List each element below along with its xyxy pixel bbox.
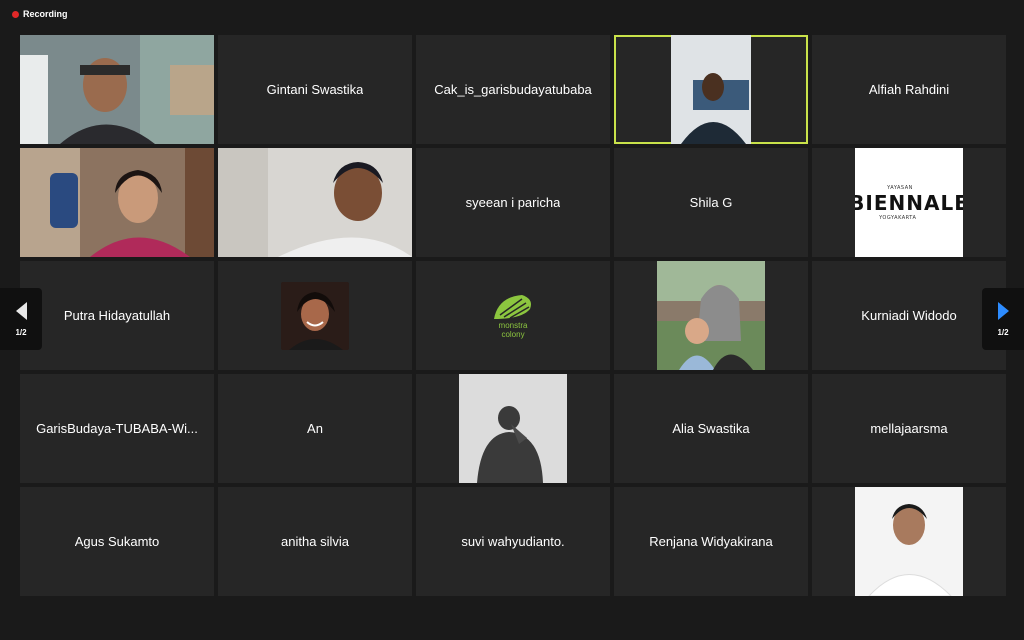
chevron-left-icon xyxy=(15,301,27,320)
participant-avatar xyxy=(281,281,349,350)
monstera-logo: monstra colony xyxy=(492,293,534,339)
participant-tile[interactable]: Kurniadi Widodo xyxy=(812,261,1006,370)
participant-tile[interactable]: Agus Sukamto xyxy=(20,487,214,596)
biennale-bottom-text: YOGYAKARTA xyxy=(879,214,917,221)
participant-name: suvi wahyudianto. xyxy=(461,534,565,549)
participant-tile[interactable]: Shila G xyxy=(614,148,808,257)
participant-name: Shila G xyxy=(689,195,733,210)
participant-name: anitha silvia xyxy=(281,534,349,549)
biennale-top-text: YAYASAN xyxy=(887,184,913,191)
participant-tile[interactable]: Alfiah Rahdini xyxy=(812,35,1006,144)
recording-indicator: Recording xyxy=(12,9,68,19)
participant-video xyxy=(20,148,214,257)
participant-tile[interactable]: Renjana Widyakirana xyxy=(614,487,808,596)
participant-name: mellajaarsma xyxy=(870,421,948,436)
participant-tile[interactable]: Alia Swastika xyxy=(614,374,808,483)
participant-tile[interactable]: GarisBudaya-TUBABA-Wi... xyxy=(20,374,214,483)
biennale-logo: BIENNALE YAYASAN YOGYAKARTA xyxy=(855,148,963,257)
page-indicator-right: 1/2 xyxy=(997,327,1009,337)
participant-tile[interactable] xyxy=(20,148,214,257)
participant-name: Agus Sukamto xyxy=(74,534,160,549)
participant-tile[interactable] xyxy=(812,487,1006,596)
participant-name: Putra Hidayatullah xyxy=(63,308,171,323)
participant-tile[interactable] xyxy=(218,148,412,257)
participant-video xyxy=(218,148,412,257)
participant-grid: Gintani Swastika Cak_is_garisbudayatubab… xyxy=(20,35,1006,596)
participant-name: Kurniadi Widodo xyxy=(861,308,957,323)
participant-name: GarisBudaya-TUBABA-Wi... xyxy=(36,421,198,436)
participant-tile[interactable] xyxy=(218,261,412,370)
participant-tile[interactable]: monstra colony xyxy=(416,261,610,370)
participant-avatar xyxy=(459,374,567,483)
participant-name: Gintani Swastika xyxy=(266,82,364,97)
recording-label: Recording xyxy=(23,9,68,19)
page-indicator-left: 1/2 xyxy=(15,327,27,337)
participant-tile[interactable]: An xyxy=(218,374,412,483)
participant-video xyxy=(671,35,751,144)
participant-name: Alia Swastika xyxy=(672,421,750,436)
biennale-word: BIENNALE xyxy=(855,190,963,215)
monstera-leaf-icon xyxy=(494,294,531,319)
monstera-text-1: monstra xyxy=(498,320,528,330)
next-page-button[interactable]: 1/2 xyxy=(982,288,1024,350)
participant-avatar xyxy=(855,487,963,596)
active-speaker-tile[interactable] xyxy=(614,35,808,144)
participant-name: An xyxy=(307,421,323,436)
participant-tile[interactable]: Cak_is_garisbudayatubaba xyxy=(416,35,610,144)
participant-avatar xyxy=(657,261,765,370)
participant-tile[interactable]: anitha silvia xyxy=(218,487,412,596)
participant-tile[interactable] xyxy=(614,261,808,370)
prev-page-button[interactable]: 1/2 xyxy=(0,288,42,350)
chevron-right-icon xyxy=(997,301,1009,320)
participant-name: Cak_is_garisbudayatubaba xyxy=(434,82,592,97)
participant-tile[interactable] xyxy=(416,374,610,483)
participant-tile[interactable]: Putra Hidayatullah xyxy=(20,261,214,370)
participant-name: Alfiah Rahdini xyxy=(868,82,950,97)
participant-name: syeean i paricha xyxy=(465,195,561,210)
participant-tile[interactable] xyxy=(20,35,214,144)
participant-tile[interactable]: BIENNALE YAYASAN YOGYAKARTA xyxy=(812,148,1006,257)
participant-tile[interactable]: syeean i paricha xyxy=(416,148,610,257)
participant-tile[interactable]: Gintani Swastika xyxy=(218,35,412,144)
biennale-wordmark: BIENNALE YAYASAN YOGYAKARTA xyxy=(855,185,963,221)
participant-tile[interactable]: mellajaarsma xyxy=(812,374,1006,483)
participant-name: Renjana Widyakirana xyxy=(649,534,773,549)
monstera-text-2: colony xyxy=(501,329,525,339)
participant-tile[interactable]: suvi wahyudianto. xyxy=(416,487,610,596)
recording-dot-icon xyxy=(12,10,19,18)
participant-video xyxy=(20,35,214,144)
